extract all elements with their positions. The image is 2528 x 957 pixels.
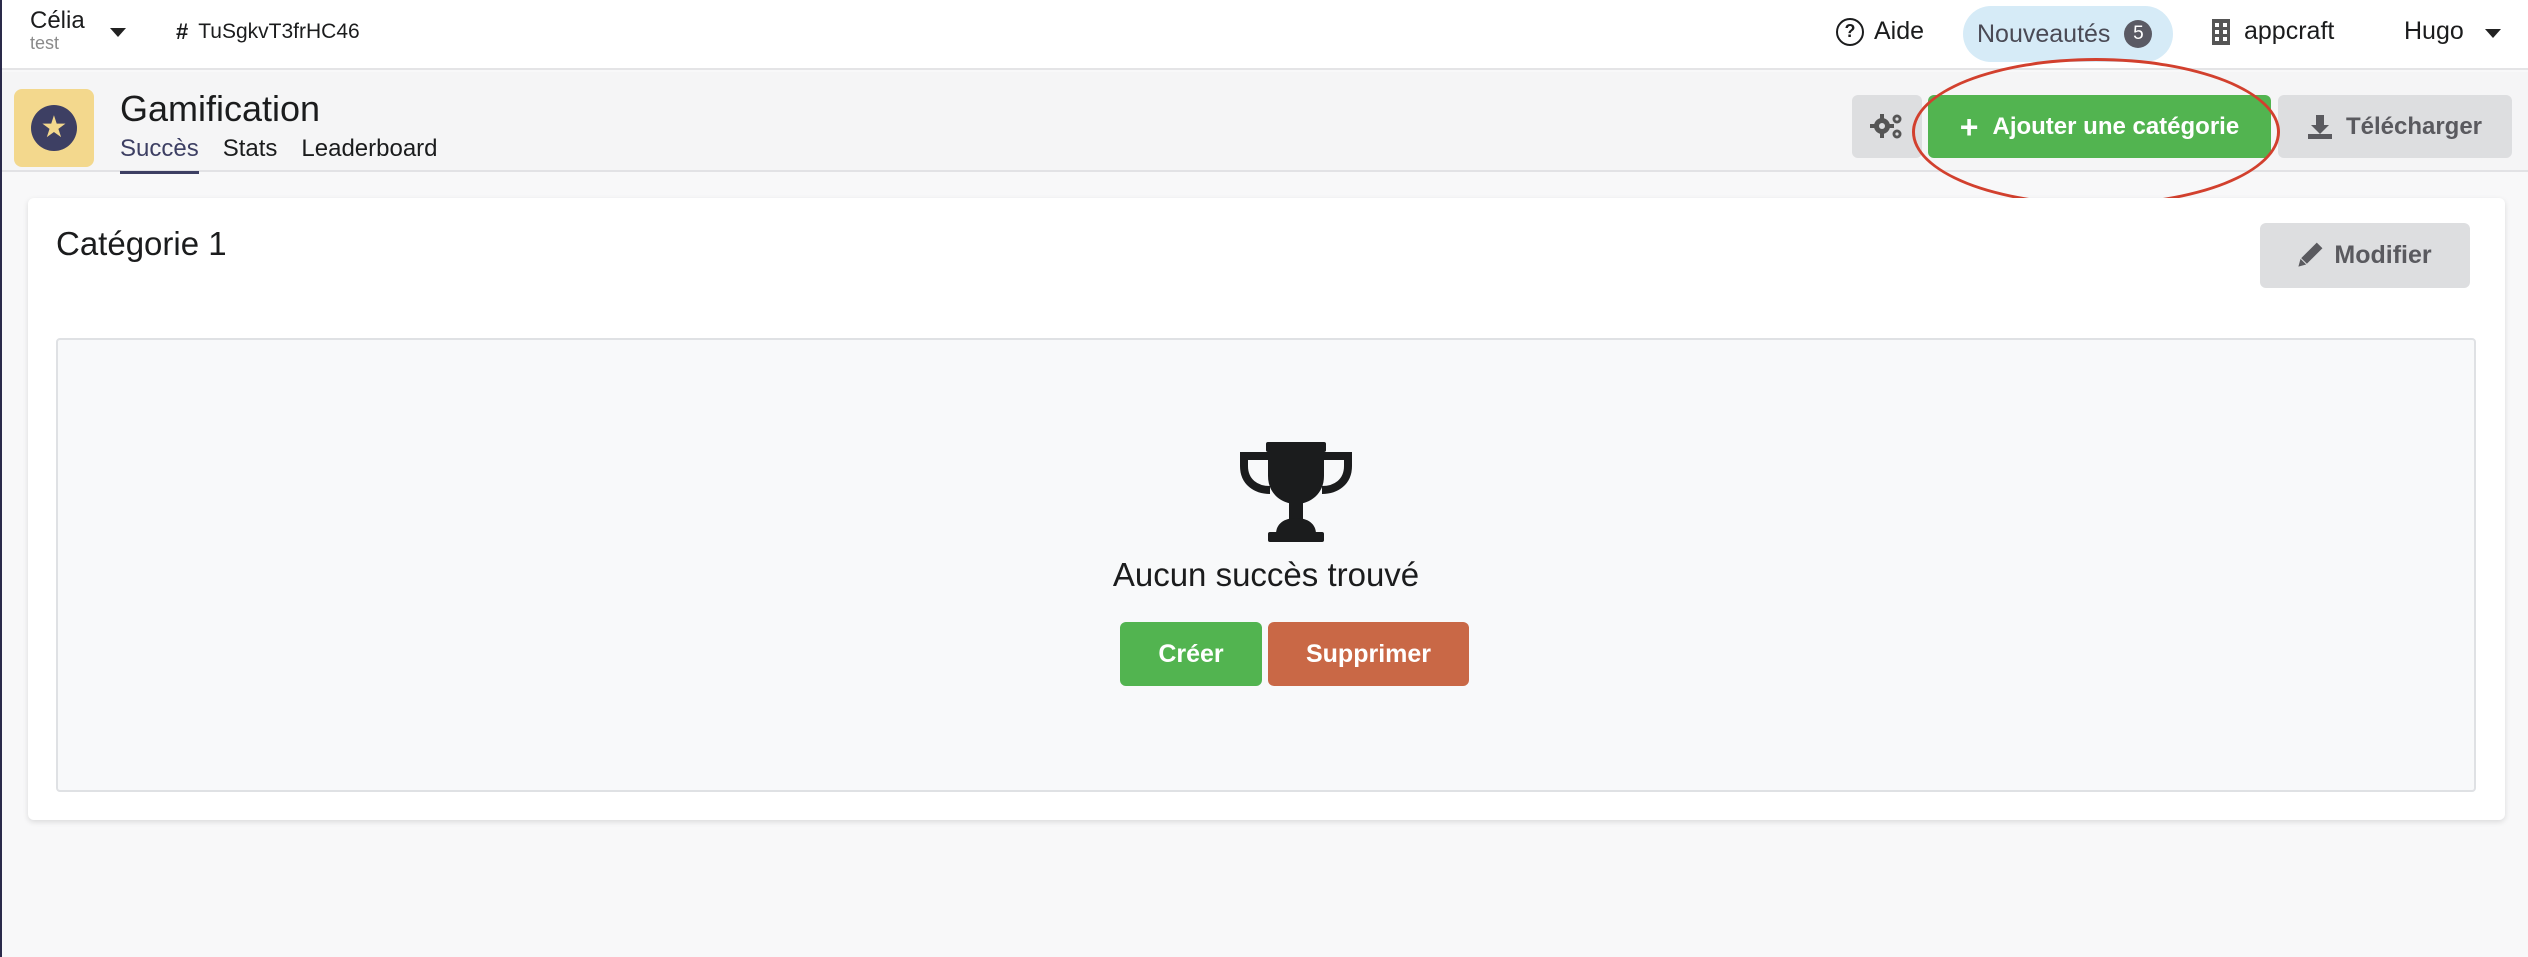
add-category-button[interactable]: + Ajouter une catégorie [1928,95,2271,158]
user-subtitle: test [30,33,60,53]
create-button[interactable]: Créer [1120,622,1262,686]
tab-stats[interactable]: Stats [223,135,278,174]
tab-succes[interactable]: Succès [120,135,199,174]
news-count-badge: 5 [2124,20,2153,48]
settings-button[interactable] [1852,95,1922,158]
delete-button[interactable]: Supprimer [1268,622,1469,686]
download-icon [2307,114,2332,139]
news-button[interactable]: Nouveautés 5 [1963,6,2173,62]
top-bar: Célia test # TuSgkvT3frHC46 ? Aide Nouve… [2,0,2528,70]
tab-leaderboard[interactable]: Leaderboard [301,135,437,174]
gears-icon [1870,113,1902,138]
help-link[interactable]: ? Aide [1836,17,1924,46]
caret-down-icon[interactable] [110,28,126,37]
help-label: Aide [1874,17,1925,45]
edit-category-button[interactable]: Modifier [2260,223,2470,288]
org-label: appcraft [2244,17,2335,45]
news-label: Nouveautés [1977,19,2111,48]
edit-label: Modifier [2334,241,2432,269]
download-button[interactable]: Télécharger [2278,95,2512,158]
add-category-label: Ajouter une catégorie [1992,112,2240,140]
project-id[interactable]: # TuSgkvT3frHC46 [176,19,360,45]
category-card: Catégorie 1 Modifier Aucun succès trouvé… [28,198,2505,820]
tabs: Succès Stats Leaderboard [120,135,438,174]
plus-icon: + [1959,108,1979,145]
project-id-text: TuSgkvT3frHC46 [198,20,360,43]
star-icon: ★ [31,105,77,151]
org-link[interactable]: appcraft [2212,17,2334,46]
category-title: Catégorie 1 [56,225,227,262]
user-switcher[interactable]: Célia test [30,7,85,53]
empty-state-text: Aucun succès trouvé [1112,556,1420,593]
empty-state: Aucun succès trouvé Créer Supprimer [56,338,2476,792]
question-circle-icon: ? [1836,17,1864,46]
user-name: Célia [30,7,85,34]
caret-down-icon[interactable] [2485,29,2501,38]
account-menu[interactable]: Hugo [2404,17,2464,46]
page-title: Gamification [120,88,321,129]
building-icon [2212,18,2230,45]
pencil-icon [2294,240,2325,271]
hash-icon: # [176,19,189,44]
app-icon: ★ [14,89,94,167]
download-label: Télécharger [2345,112,2483,140]
trophy-icon [1240,442,1352,542]
